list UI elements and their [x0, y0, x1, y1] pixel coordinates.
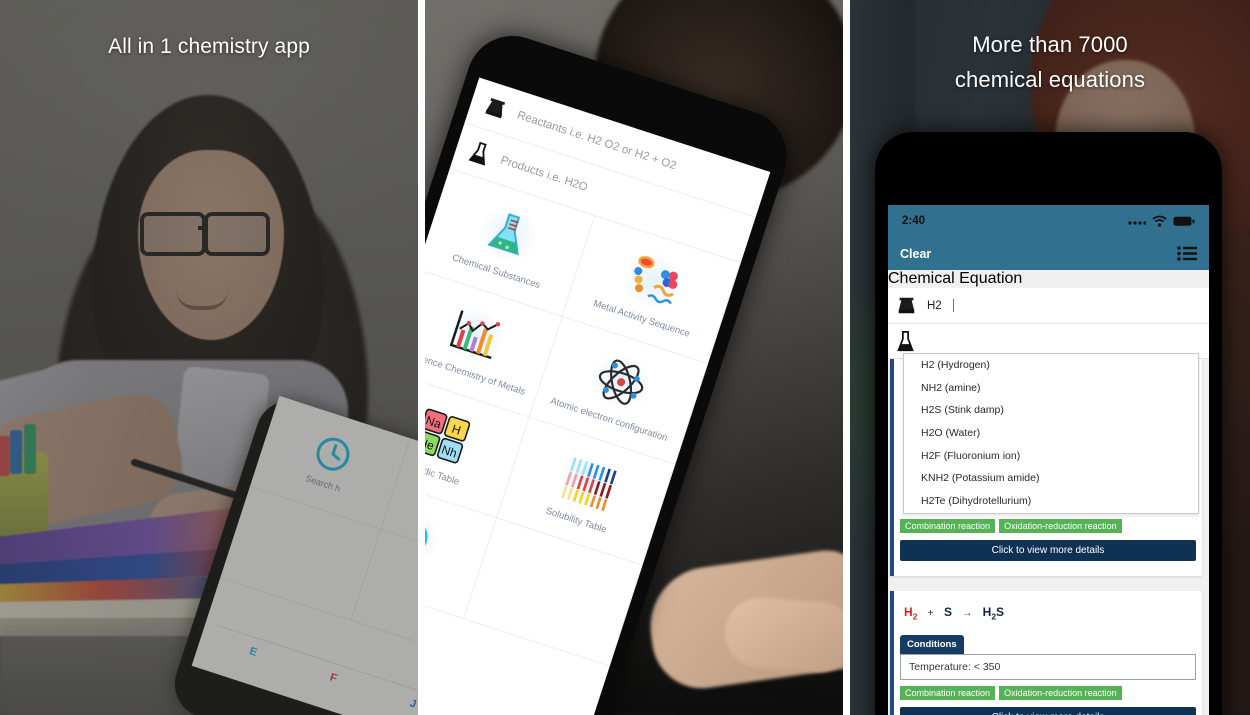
- results-area: Combination reaction Oxidation-reduction…: [888, 353, 1209, 715]
- clear-button[interactable]: Clear: [900, 247, 931, 261]
- reaction-tag: Oxidation-reduction reaction: [999, 519, 1122, 533]
- card1-tag-list: Combination reaction Oxidation-reduction…: [894, 519, 1202, 533]
- equation-result-card-2[interactable]: H2 + S → H2S Conditions Temperature: < 3…: [890, 591, 1202, 715]
- list-menu-icon[interactable]: [1177, 246, 1197, 261]
- app-store-screenshot-strip: Search h E F J All in 1 chemistry app Re…: [0, 0, 1250, 715]
- screenshot-panel-2: Reactants i.e. H2 O2 or H2 + O2 Products…: [425, 0, 843, 715]
- reactants-search-row[interactable]: H2: [888, 288, 1209, 324]
- card2-tag-list: Combination reaction Oxidation-reduction…: [894, 686, 1202, 701]
- signal-dots-icon: [1128, 221, 1146, 225]
- products-placeholder: Products i.e. H2O: [499, 153, 590, 194]
- screenshot-panel-1: Search h E F J All in 1 chemistry app: [0, 0, 418, 715]
- status-time: 2:40: [902, 215, 926, 227]
- conditions-value: Temperature: < 350: [900, 654, 1196, 681]
- chemical-equation: H2 + S → H2S: [894, 591, 1202, 625]
- headline-line-2: chemical equations: [954, 67, 1146, 92]
- icon-wrap: [615, 244, 693, 318]
- suggestion-item[interactable]: KNH2 (Potassium amide): [904, 467, 1198, 490]
- periodic-table-icon: Na H He Nh: [425, 408, 471, 463]
- beaker-icon: [898, 297, 915, 314]
- conical-flask-icon: [487, 212, 521, 255]
- reaction-tag: Combination reaction: [900, 686, 996, 701]
- view-details-button[interactable]: Click to view more details: [900, 707, 1196, 715]
- wifi-icon: [1152, 215, 1167, 227]
- battery-icon: [1173, 216, 1195, 226]
- icon-wrap: [437, 298, 514, 371]
- conditions-label: Conditions: [900, 635, 964, 655]
- solubility-table-icon: [561, 456, 617, 511]
- icon-wrap: Na H He Nh: [425, 399, 482, 472]
- autocomplete-dropdown[interactable]: H2 (Hydrogen) NH2 (amine) H2S (Stink dam…: [903, 353, 1199, 514]
- headline-line-1: More than 7000: [972, 32, 1128, 57]
- flask-icon: [468, 141, 487, 166]
- icon-wrap: [550, 446, 627, 519]
- page-title: Chemical Equation: [888, 270, 1023, 287]
- suggestion-item[interactable]: NH2 (amine): [904, 377, 1198, 400]
- beaker-icon: [485, 97, 506, 118]
- search-input-value[interactable]: H2: [927, 300, 942, 312]
- suggestion-item[interactable]: H2Te (Dihydrotellurium): [904, 490, 1198, 513]
- navigation-bar-wrap: Clear Chemical Equation: [888, 237, 1209, 288]
- view-details-button[interactable]: Click to view more details: [900, 540, 1196, 561]
- suggestion-item[interactable]: H2 (Hydrogen): [904, 354, 1198, 377]
- status-indicators: [1128, 215, 1195, 227]
- panel1-headline: All in 1 chemistry app: [108, 35, 310, 58]
- navigation-bar: Clear: [888, 237, 1209, 270]
- atom-icon: [599, 359, 644, 405]
- chart-icon: [449, 309, 501, 359]
- reaction-tag: Oxidation-reduction reaction: [999, 686, 1122, 701]
- icon-wrap: [583, 345, 660, 418]
- icon-wrap: [470, 197, 547, 270]
- suggestion-item[interactable]: H2S (Stink damp): [904, 399, 1198, 422]
- text-caret: [952, 299, 955, 312]
- equation-plus: +: [927, 608, 934, 619]
- suggestion-item[interactable]: H2O (Water): [904, 422, 1198, 445]
- icon-wrap: [425, 499, 449, 573]
- search-history-icon: [425, 518, 428, 554]
- suggestion-item[interactable]: H2F (Fluoronium ion): [904, 445, 1198, 468]
- screenshot-panel-3: More than 7000 chemical equations 2:40 C…: [850, 0, 1250, 715]
- panel1-dark-overlay: [0, 0, 418, 715]
- reaction-tag: Combination reaction: [900, 519, 996, 533]
- equation-product: H2S: [982, 605, 1005, 622]
- flask-icon: [897, 330, 914, 351]
- molecules-icon: [634, 255, 679, 304]
- person-hand-fingers: [722, 595, 843, 675]
- status-bar: 2:40: [888, 205, 1209, 237]
- phone3-screen: 2:40 Clear Chemical Equation H2 Combinat…: [888, 205, 1209, 715]
- equation-reactant-1: H2: [904, 605, 918, 622]
- panel3-headline: More than 7000 chemical equations: [850, 27, 1250, 97]
- phone-device-panel3: 2:40 Clear Chemical Equation H2 Combinat…: [875, 132, 1222, 715]
- equation-reactant-2: S: [943, 605, 952, 619]
- equation-arrow: →: [962, 608, 973, 619]
